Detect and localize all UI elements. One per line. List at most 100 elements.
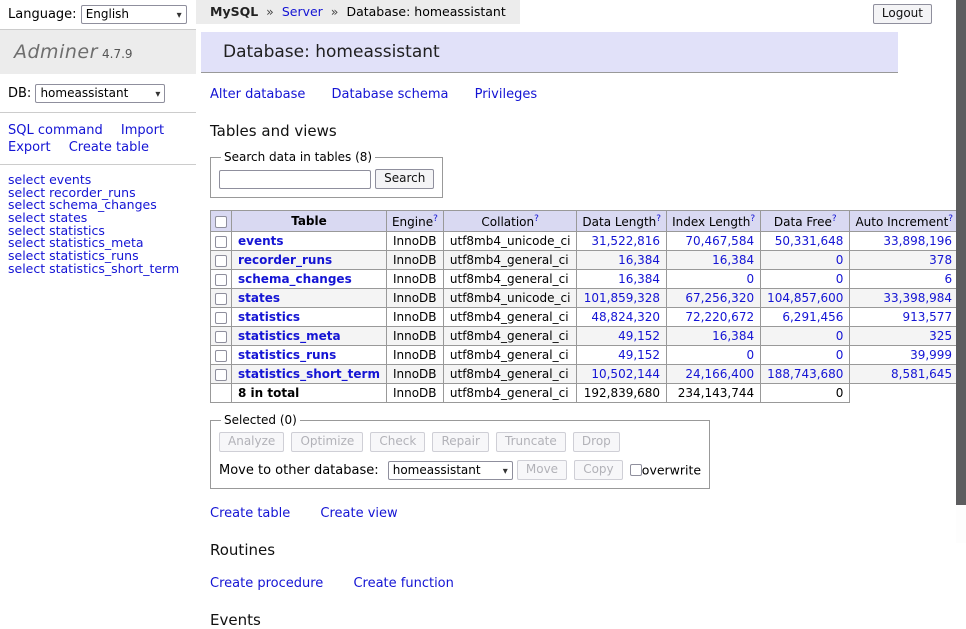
table-link[interactable]: statistics_runs [238, 348, 336, 362]
select-all-checkbox[interactable] [215, 216, 227, 228]
auto-increment-link[interactable]: 33,398,984 [883, 291, 952, 305]
data-free-link[interactable]: 104,857,600 [767, 291, 843, 305]
row-checkbox[interactable] [215, 293, 227, 305]
auto-increment-link[interactable]: 39,999 [910, 348, 952, 362]
check-button[interactable]: Check [370, 432, 425, 452]
index-length-link[interactable]: 0 [746, 272, 754, 286]
alter-database-link[interactable]: Alter database [210, 87, 305, 102]
sidebar-table-list: select events select recorder_runs selec… [0, 165, 196, 276]
data-free-link[interactable]: 188,743,680 [767, 367, 843, 381]
row-checkbox[interactable] [215, 236, 227, 248]
row-checkbox[interactable] [215, 274, 227, 286]
move-db-select-value: homeassistant [393, 463, 481, 477]
table-link[interactable]: states [238, 291, 280, 305]
auto-increment-link[interactable]: 913,577 [902, 310, 952, 324]
collation-cell: utf8mb4_general_ci [443, 327, 577, 346]
help-link[interactable]: ? [433, 214, 438, 224]
table-link[interactable]: statistics_short_term [238, 367, 380, 381]
help-link[interactable]: ? [656, 214, 661, 224]
table-link[interactable]: statistics_meta [238, 329, 341, 343]
sidebar-link-export[interactable]: Export [8, 140, 51, 155]
data-length-link[interactable]: 48,824,320 [591, 310, 660, 324]
index-length-link[interactable]: 70,467,584 [685, 234, 754, 248]
data-free-link[interactable]: 0 [836, 348, 844, 362]
copy-button[interactable]: Copy [574, 460, 622, 480]
row-checkbox[interactable] [215, 350, 227, 362]
table-header-row: Table Engine? Collation? Data Length? In… [211, 211, 966, 232]
auto-increment-link[interactable]: 6 [944, 272, 952, 286]
help-link[interactable]: ? [534, 214, 539, 224]
index-length-link[interactable]: 16,384 [712, 329, 754, 343]
data-length-link[interactable]: 31,522,816 [591, 234, 660, 248]
column-header-auto-increment: Auto Increment? [850, 211, 959, 232]
auto-increment-link[interactable]: 33,898,196 [883, 234, 952, 248]
data-length-link[interactable]: 49,152 [618, 329, 660, 343]
table-link[interactable]: statistics [238, 310, 300, 324]
data-free-link[interactable]: 0 [836, 253, 844, 267]
engine-cell: InnoDB [386, 308, 443, 327]
move-db-select[interactable]: homeassistant ▾ [388, 461, 513, 480]
data-length-link[interactable]: 49,152 [618, 348, 660, 362]
table-link[interactable]: events [238, 234, 284, 248]
help-link[interactable]: ? [948, 214, 953, 224]
table-link[interactable]: schema_changes [238, 272, 352, 286]
scrollbar[interactable] [956, 0, 966, 543]
table-row: states InnoDB utf8mb4_unicode_ci 101,859… [211, 289, 966, 308]
data-length-link[interactable]: 16,384 [618, 253, 660, 267]
data-free-link[interactable]: 50,331,648 [775, 234, 844, 248]
optimize-button[interactable]: Optimize [291, 432, 363, 452]
index-length-link[interactable]: 72,220,672 [685, 310, 754, 324]
privileges-link[interactable]: Privileges [475, 87, 538, 102]
data-free-link[interactable]: 0 [836, 272, 844, 286]
table-row: statistics_short_term InnoDB utf8mb4_gen… [211, 365, 966, 384]
create-view-link[interactable]: Create view [320, 506, 397, 521]
column-header-collation: Collation? [443, 211, 577, 232]
row-checkbox[interactable] [215, 331, 227, 343]
index-length-link[interactable]: 24,166,400 [685, 367, 754, 381]
auto-increment-link[interactable]: 325 [929, 329, 952, 343]
search-input[interactable] [219, 170, 371, 189]
repair-button[interactable]: Repair [432, 432, 488, 452]
data-length-link[interactable]: 16,384 [618, 272, 660, 286]
database-schema-link[interactable]: Database schema [332, 87, 449, 102]
data-length-link[interactable]: 10,502,144 [591, 367, 660, 381]
row-checkbox[interactable] [215, 369, 227, 381]
data-free-link[interactable]: 0 [836, 329, 844, 343]
breadcrumb-server-link[interactable]: Server [282, 4, 323, 19]
table-total-row: 8 in total InnoDB utf8mb4_general_ci 192… [211, 384, 966, 403]
data-length-link[interactable]: 101,859,328 [584, 291, 660, 305]
move-button[interactable]: Move [517, 460, 567, 480]
overwrite-checkbox[interactable] [630, 464, 642, 476]
create-function-link[interactable]: Create function [353, 576, 453, 591]
list-item: select statistics_short_term [8, 263, 196, 276]
help-link[interactable]: ? [832, 214, 837, 224]
drop-button[interactable]: Drop [573, 432, 620, 452]
language-select[interactable]: English ▾ [81, 5, 187, 24]
create-procedure-link[interactable]: Create procedure [210, 576, 323, 591]
index-length-link[interactable]: 16,384 [712, 253, 754, 267]
sidebar-link-create-table[interactable]: Create table [69, 140, 149, 155]
scrollbar-thumb[interactable] [956, 0, 966, 505]
create-links: Create table Create view [210, 506, 954, 521]
sidebar-link-sql-command[interactable]: SQL command [8, 123, 103, 138]
auto-increment-link[interactable]: 8,581,645 [891, 367, 952, 381]
index-length-link[interactable]: 67,256,320 [685, 291, 754, 305]
tables-and-views-heading: Tables and views [210, 122, 954, 140]
table-link[interactable]: recorder_runs [238, 253, 332, 267]
logout-button[interactable]: Logout [873, 4, 932, 24]
create-table-link[interactable]: Create table [210, 506, 290, 521]
table-row: statistics_runs InnoDB utf8mb4_general_c… [211, 346, 966, 365]
row-checkbox[interactable] [215, 312, 227, 324]
search-button[interactable]: Search [375, 169, 434, 189]
sidebar-item-select-statistics-short-term[interactable]: select statistics_short_term [8, 261, 179, 276]
analyze-button[interactable]: Analyze [219, 432, 284, 452]
help-link[interactable]: ? [750, 214, 755, 224]
routines-links: Create procedure Create function [210, 576, 954, 591]
data-free-link[interactable]: 6,291,456 [782, 310, 843, 324]
index-length-link[interactable]: 0 [746, 348, 754, 362]
row-checkbox[interactable] [215, 255, 227, 267]
db-select[interactable]: homeassistant ▾ [35, 84, 165, 103]
auto-increment-link[interactable]: 378 [929, 253, 952, 267]
sidebar-link-import[interactable]: Import [121, 123, 164, 138]
truncate-button[interactable]: Truncate [496, 432, 566, 452]
